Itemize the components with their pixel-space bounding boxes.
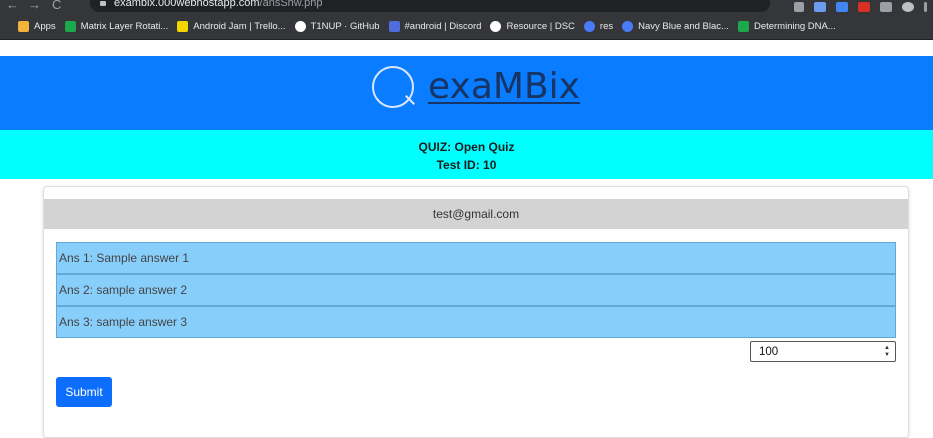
github-icon bbox=[294, 21, 306, 32]
answer-row: Ans 3: sample answer 3 bbox=[56, 306, 896, 338]
q-logo-icon bbox=[372, 66, 414, 108]
discord-icon bbox=[388, 21, 400, 32]
bookmark-label: Apps bbox=[34, 21, 56, 32]
bookmark-label: res bbox=[599, 21, 614, 32]
bookmark-label: Matrix Layer Rotati... bbox=[80, 21, 169, 32]
bookmark-item[interactable]: Determining DNA... bbox=[737, 21, 836, 32]
quiz-info-band: QUIZ: Open Quiz Test ID: 10 bbox=[0, 130, 933, 179]
bookmark-label: T1NUP · GitHub bbox=[310, 21, 380, 32]
url-path: /ansShw.php bbox=[259, 0, 323, 9]
bookmark-label: #android | Discord bbox=[404, 21, 482, 32]
bookmark-item[interactable]: #android | Discord bbox=[388, 21, 482, 32]
apps-grid-icon bbox=[18, 21, 29, 32]
submit-button[interactable]: Submit bbox=[56, 377, 112, 407]
c-circle-icon bbox=[622, 21, 634, 32]
bookmark-label: Resource | DSC bbox=[506, 21, 575, 32]
answer-row: Ans 1: Sample answer 1 bbox=[56, 242, 896, 274]
bookmarks-bar: Apps Matrix Layer Rotati... Android Jam | … bbox=[0, 14, 933, 40]
spinner-icon[interactable]: ▲ ▼ bbox=[884, 345, 890, 359]
test-id: Test ID: 10 bbox=[436, 158, 497, 172]
bookmark-label: Determining DNA... bbox=[753, 21, 836, 32]
adblock-icon[interactable] bbox=[858, 2, 870, 12]
c-circle-icon bbox=[583, 21, 595, 32]
hackerrank-icon bbox=[737, 21, 749, 32]
extensions-area bbox=[794, 0, 927, 14]
extension-icon[interactable] bbox=[836, 2, 848, 12]
lock-icon bbox=[100, 1, 106, 6]
hackerrank-icon bbox=[64, 21, 76, 32]
quiz-title: QUIZ: Open Quiz bbox=[418, 140, 515, 154]
score-value: 100 bbox=[759, 346, 779, 358]
extension-icon[interactable] bbox=[814, 2, 826, 12]
user-email: test@gmail.com bbox=[432, 207, 520, 221]
address-bar[interactable]: exambix.000webhostapp.com/ansShw.php bbox=[90, 0, 770, 12]
profile-avatar[interactable] bbox=[902, 2, 914, 12]
kebab-menu-icon[interactable] bbox=[924, 2, 927, 12]
answers-list: Ans 1: Sample answer 1 Ans 2: sample ans… bbox=[56, 242, 896, 338]
github-icon bbox=[490, 21, 502, 32]
card-header: test@gmail.com bbox=[44, 199, 908, 229]
brand-name-link[interactable]: exaMBix bbox=[428, 69, 580, 105]
forward-icon[interactable]: → bbox=[28, 0, 41, 12]
answer-row: Ans 2: sample answer 2 bbox=[56, 274, 896, 306]
star-icon[interactable] bbox=[794, 2, 804, 12]
bookmark-item[interactable]: Resource | DSC bbox=[490, 21, 575, 32]
url-text: exambix.000webhostapp.com/ansShw.php bbox=[114, 0, 323, 9]
bookmark-item[interactable]: Navy Blue and Blac... bbox=[622, 21, 729, 32]
bookmark-item[interactable]: Android Jam | Trello... bbox=[177, 21, 286, 32]
reload-icon[interactable]: C bbox=[52, 0, 61, 12]
bookmark-item[interactable]: Apps bbox=[18, 21, 56, 32]
spin-up-icon[interactable]: ▲ bbox=[884, 345, 890, 351]
bookmark-item[interactable]: T1NUP · GitHub bbox=[294, 21, 380, 32]
site-header: exaMBix bbox=[0, 56, 933, 130]
score-input[interactable]: 100 ▲ ▼ bbox=[750, 341, 896, 362]
puzzle-icon[interactable] bbox=[880, 2, 892, 12]
trello-icon bbox=[177, 21, 189, 32]
answers-card: test@gmail.com Ans 1: Sample answer 1 An… bbox=[43, 186, 909, 438]
brand[interactable]: exaMBix bbox=[372, 66, 580, 108]
bookmark-label: Navy Blue and Blac... bbox=[638, 21, 729, 32]
bookmark-item[interactable]: res bbox=[583, 21, 614, 32]
bookmark-item[interactable]: Matrix Layer Rotati... bbox=[64, 21, 169, 32]
browser-toolbar: ← → C exambix.000webhostapp.com/ansShw.p… bbox=[0, 0, 933, 14]
bookmark-label: Android Jam | Trello... bbox=[193, 21, 286, 32]
spin-down-icon[interactable]: ▼ bbox=[884, 352, 890, 358]
url-host: exambix.000webhostapp.com bbox=[114, 0, 260, 9]
back-icon[interactable]: ← bbox=[6, 0, 19, 12]
